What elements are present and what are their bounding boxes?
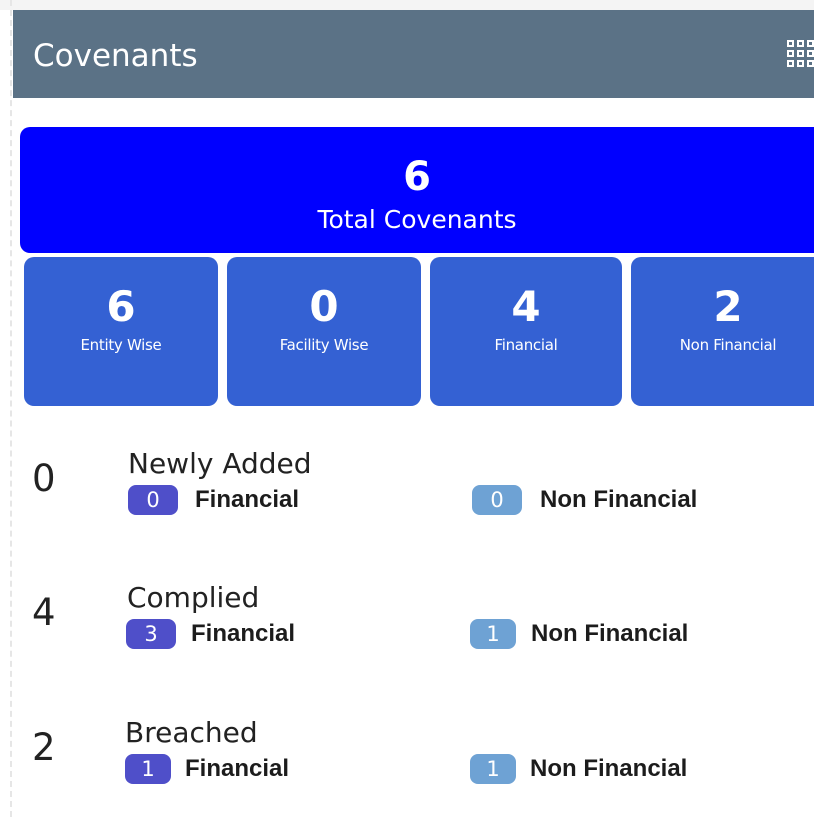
tile-label: Non Financial — [679, 336, 777, 354]
non-financial-label: Non Financial — [540, 486, 698, 513]
non-financial-count-badge[interactable]: 1 — [470, 754, 516, 784]
non-financial-label: Non Financial — [531, 620, 689, 647]
row-newly-added: 0 Newly Added 0 Financial 0 Non Financia… — [0, 447, 814, 547]
financial-label: Financial — [185, 755, 290, 782]
total-covenants-card[interactable]: 6 Total Covenants — [20, 127, 814, 253]
tile-label: Financial — [494, 336, 558, 354]
financial-count-badge[interactable]: 3 — [126, 619, 176, 649]
row-count: 4 — [32, 591, 56, 634]
row-complied: 4 Complied 3 Financial 1 Non Financial — [0, 581, 814, 681]
left-edge — [0, 0, 12, 817]
financial-label: Financial — [195, 486, 300, 513]
non-financial-label: Non Financial — [530, 755, 688, 782]
tile-value: 0 — [309, 282, 339, 331]
widget-title: Covenants — [33, 38, 198, 74]
financial-count-badge[interactable]: 1 — [125, 754, 171, 784]
non-financial-count-badge[interactable]: 1 — [470, 619, 516, 649]
grid-icon[interactable] — [787, 40, 814, 67]
row-count: 0 — [32, 457, 56, 500]
tile-financial[interactable]: 4 Financial — [430, 257, 622, 406]
row-title: Complied — [127, 581, 260, 614]
tile-non-financial[interactable]: 2 Non Financial — [631, 257, 814, 406]
financial-count-badge[interactable]: 0 — [128, 485, 178, 515]
tile-value: 6 — [106, 282, 136, 331]
tile-label: Facility Wise — [279, 336, 369, 354]
widget-header: Covenants — [13, 10, 814, 98]
non-financial-count-badge[interactable]: 0 — [472, 485, 522, 515]
tile-value: 2 — [713, 282, 743, 331]
top-edge — [0, 0, 814, 10]
row-title: Newly Added — [128, 447, 312, 480]
tile-value: 4 — [511, 282, 541, 331]
tile-label: Entity Wise — [80, 336, 162, 354]
tile-facility-wise[interactable]: 0 Facility Wise — [227, 257, 421, 406]
total-covenants-value: 6 — [403, 154, 431, 200]
total-covenants-label: Total Covenants — [317, 205, 517, 234]
tile-entity-wise[interactable]: 6 Entity Wise — [24, 257, 218, 406]
financial-label: Financial — [191, 620, 296, 647]
row-breached: 2 Breached 1 Financial 1 Non Financial — [0, 716, 814, 816]
row-count: 2 — [32, 726, 56, 769]
covenants-widget: Covenants 6 Total Covenants 6 Entity Wis… — [0, 0, 814, 817]
row-title: Breached — [125, 716, 258, 749]
